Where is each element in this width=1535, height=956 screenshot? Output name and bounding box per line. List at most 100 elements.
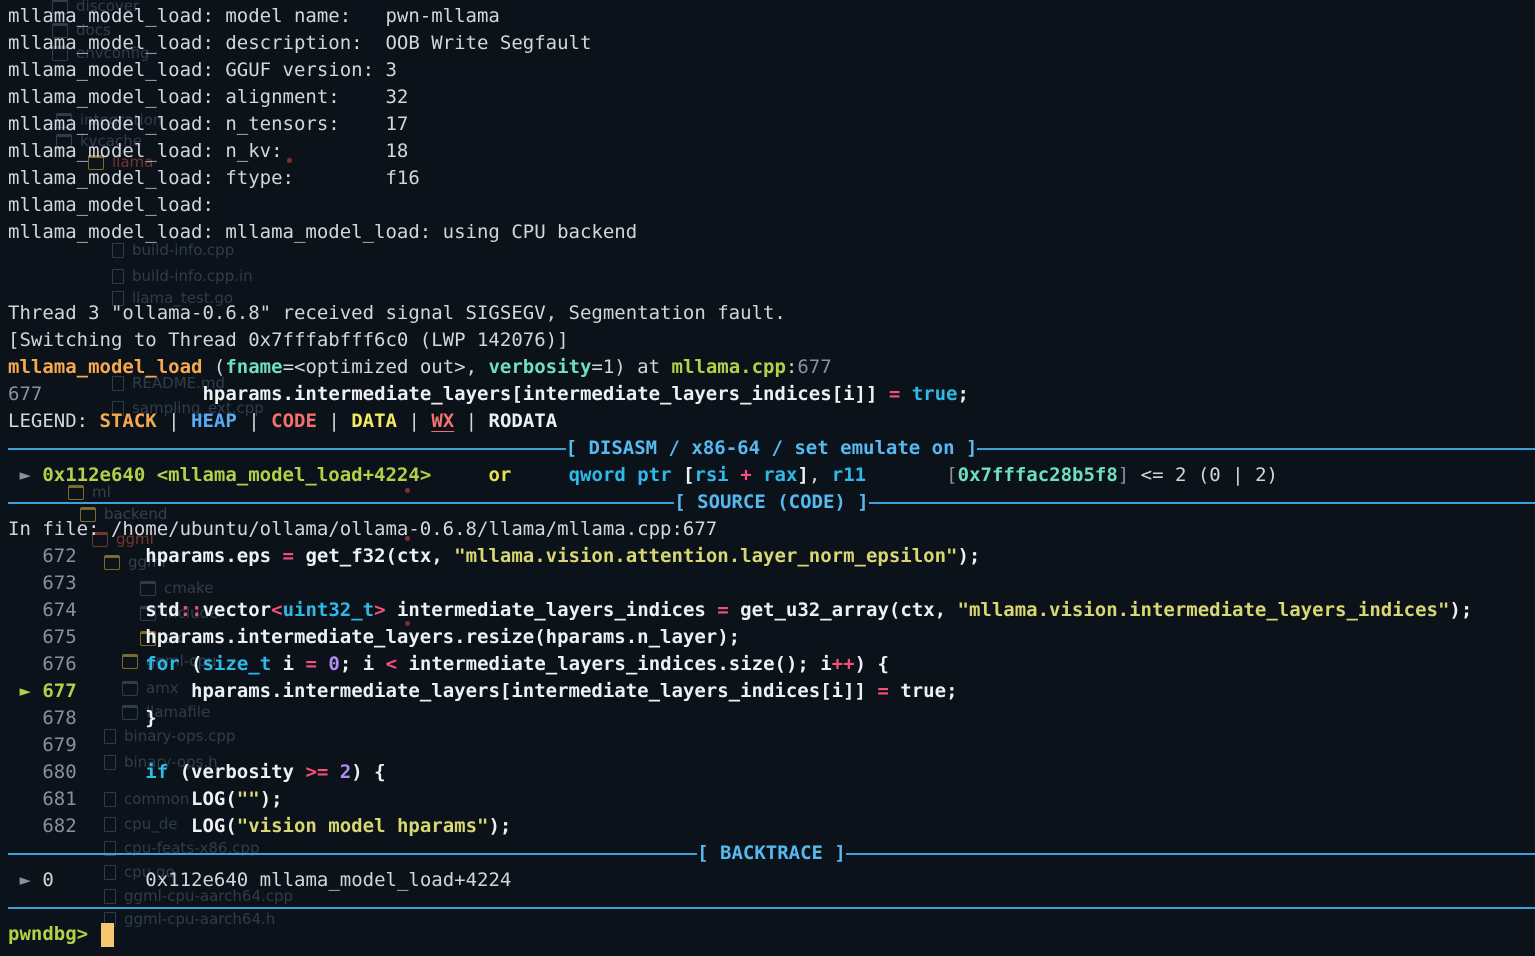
text-segment: LOG( xyxy=(100,815,237,837)
source-line-675: 675 hparams.intermediate_layers.resize(h… xyxy=(8,624,1535,651)
text-segment: 679 xyxy=(8,734,77,756)
text-segment: ); xyxy=(1449,599,1472,621)
text-segment: "mllama.vision.attention.layer_norm_epsi… xyxy=(454,545,957,567)
text-segment xyxy=(54,869,146,891)
text-segment: hparams.intermediate_layers[intermediate… xyxy=(100,680,878,702)
log-line: mllama_model_load: xyxy=(8,192,1535,219)
source-line-679: 679 xyxy=(8,732,1535,759)
text-segment xyxy=(511,464,568,486)
text-segment: mllama_model_load xyxy=(8,356,202,378)
text-segment: ; xyxy=(958,383,969,405)
text-segment: get_u32_array(ctx, xyxy=(729,599,958,621)
text-segment: "vision model hparams" xyxy=(237,815,489,837)
text-segment: ► xyxy=(8,869,42,891)
text-segment: size_t xyxy=(203,653,272,675)
text-segment: 675 xyxy=(8,626,100,648)
section-divider xyxy=(8,894,1535,921)
text-segment: 0x112e640 mllama_model_load+4224 xyxy=(145,869,511,891)
text-segment: } xyxy=(100,707,157,729)
text-segment: mllama_model_load: GGUF version: 3 xyxy=(8,59,397,81)
text-segment: | xyxy=(454,410,488,432)
text-segment xyxy=(431,464,488,486)
log-line: mllama_model_load: GGUF version: 3 xyxy=(8,57,1535,84)
text-segment: 0x7fffac28b5f8 xyxy=(958,464,1118,486)
text-segment: ] xyxy=(797,464,808,486)
text-segment: + xyxy=(740,464,751,486)
log-line: mllama_model_load: mllama_model_load: us… xyxy=(8,219,1535,246)
text-segment: ► xyxy=(8,464,42,486)
text-segment: verbosity xyxy=(488,356,591,378)
text-segment: ); xyxy=(260,788,283,810)
text-segment: ] xyxy=(1118,464,1129,486)
legend-line: LEGEND: STACK | HEAP | CODE | DATA | WX … xyxy=(8,408,1535,435)
text-segment: [ xyxy=(946,464,957,486)
text-segment: | xyxy=(397,410,431,432)
text-segment: ) { xyxy=(855,653,889,675)
text-segment: fname xyxy=(225,356,282,378)
source-line-681: 681 LOG(""); xyxy=(8,786,1535,813)
backtrace-section-header-label: [ BACKTRACE ] xyxy=(697,840,846,867)
log-line: mllama_model_load: n_tensors: 17 xyxy=(8,111,1535,138)
terminal[interactable]: mllama_model_load: model name: pwn-mllam… xyxy=(0,0,1535,956)
text-segment: DATA xyxy=(351,410,397,432)
blank-line xyxy=(8,273,1535,300)
frame-source-line: 677 hparams.intermediate_layers[intermed… xyxy=(8,381,1535,408)
text-segment: HEAP xyxy=(191,410,237,432)
source-section-header-label: [ SOURCE (CODE) ] xyxy=(674,489,868,516)
text-segment: > xyxy=(374,599,385,621)
prompt-label: pwndbg> xyxy=(8,923,100,945)
log-line: mllama_model_load: ftype: f16 xyxy=(8,165,1535,192)
text-segment: qword ptr xyxy=(569,464,683,486)
source-line-680: 680 if (verbosity >= 2) { xyxy=(8,759,1535,786)
text-segment: =<optimized out>, xyxy=(283,356,489,378)
text-segment: Thread 3 "ollama-0.6.8" received signal … xyxy=(8,302,786,324)
text-segment: 673 xyxy=(8,572,77,594)
text-segment xyxy=(100,653,146,675)
section-divider-line xyxy=(8,907,1535,909)
text-segment: 2 xyxy=(340,761,351,783)
text-segment: , xyxy=(809,464,832,486)
text-segment: | xyxy=(237,410,271,432)
frame-line: mllama_model_load (fname=<optimized out>… xyxy=(8,354,1535,381)
text-segment: ► xyxy=(8,680,42,702)
text-segment: hparams.eps xyxy=(100,545,283,567)
text-segment: 672 xyxy=(8,545,100,567)
text-segment xyxy=(866,464,946,486)
text-segment xyxy=(42,383,202,405)
text-segment: std xyxy=(100,599,180,621)
text-segment: | xyxy=(317,410,351,432)
text-segment xyxy=(317,653,328,675)
text-segment: In file: /home/ubuntu/ollama/ollama-0.6.… xyxy=(8,518,717,540)
text-segment: = xyxy=(717,599,728,621)
text-segment: 677 xyxy=(8,383,42,405)
text-segment: i xyxy=(271,653,305,675)
source-line-672: 672 hparams.eps = get_f32(ctx, "mllama.v… xyxy=(8,543,1535,570)
signal-line: Thread 3 "ollama-0.6.8" received signal … xyxy=(8,300,1535,327)
text-segment: true xyxy=(912,383,958,405)
text-segment: <= 2 (0 | 2) xyxy=(1129,464,1278,486)
blank-line xyxy=(8,246,1535,273)
text-segment: = xyxy=(283,545,294,567)
text-segment: uint32_t xyxy=(283,599,375,621)
text-segment: :: xyxy=(180,599,203,621)
text-segment: 681 xyxy=(8,788,100,810)
source-line-682: 682 LOG("vision model hparams"); xyxy=(8,813,1535,840)
text-segment: hparams.intermediate_layers.resize(hpara… xyxy=(100,626,741,648)
text-segment: ++ xyxy=(832,653,855,675)
source-file-line: In file: /home/ubuntu/ollama/ollama-0.6.… xyxy=(8,516,1535,543)
source-section-header: [ SOURCE (CODE) ] xyxy=(8,489,1535,516)
text-segment: 677 xyxy=(797,356,831,378)
text-segment: 680 xyxy=(8,761,100,783)
text-segment: mllama_model_load: n_tensors: 17 xyxy=(8,113,408,135)
text-segment: ( xyxy=(202,356,225,378)
text-segment: mllama.cpp xyxy=(672,356,786,378)
source-line-677-current: ► 677 hparams.intermediate_layers[interm… xyxy=(8,678,1535,705)
text-segment: ; xyxy=(946,680,957,702)
text-segment: 677 xyxy=(42,680,99,702)
text-segment xyxy=(729,464,740,486)
terminal-cursor[interactable] xyxy=(101,923,114,947)
text-segment: CODE xyxy=(271,410,317,432)
text-segment: mllama_model_load: ftype: f16 xyxy=(8,167,420,189)
text-segment: rsi xyxy=(694,464,728,486)
text-segment: mllama_model_load: alignment: 32 xyxy=(8,86,408,108)
